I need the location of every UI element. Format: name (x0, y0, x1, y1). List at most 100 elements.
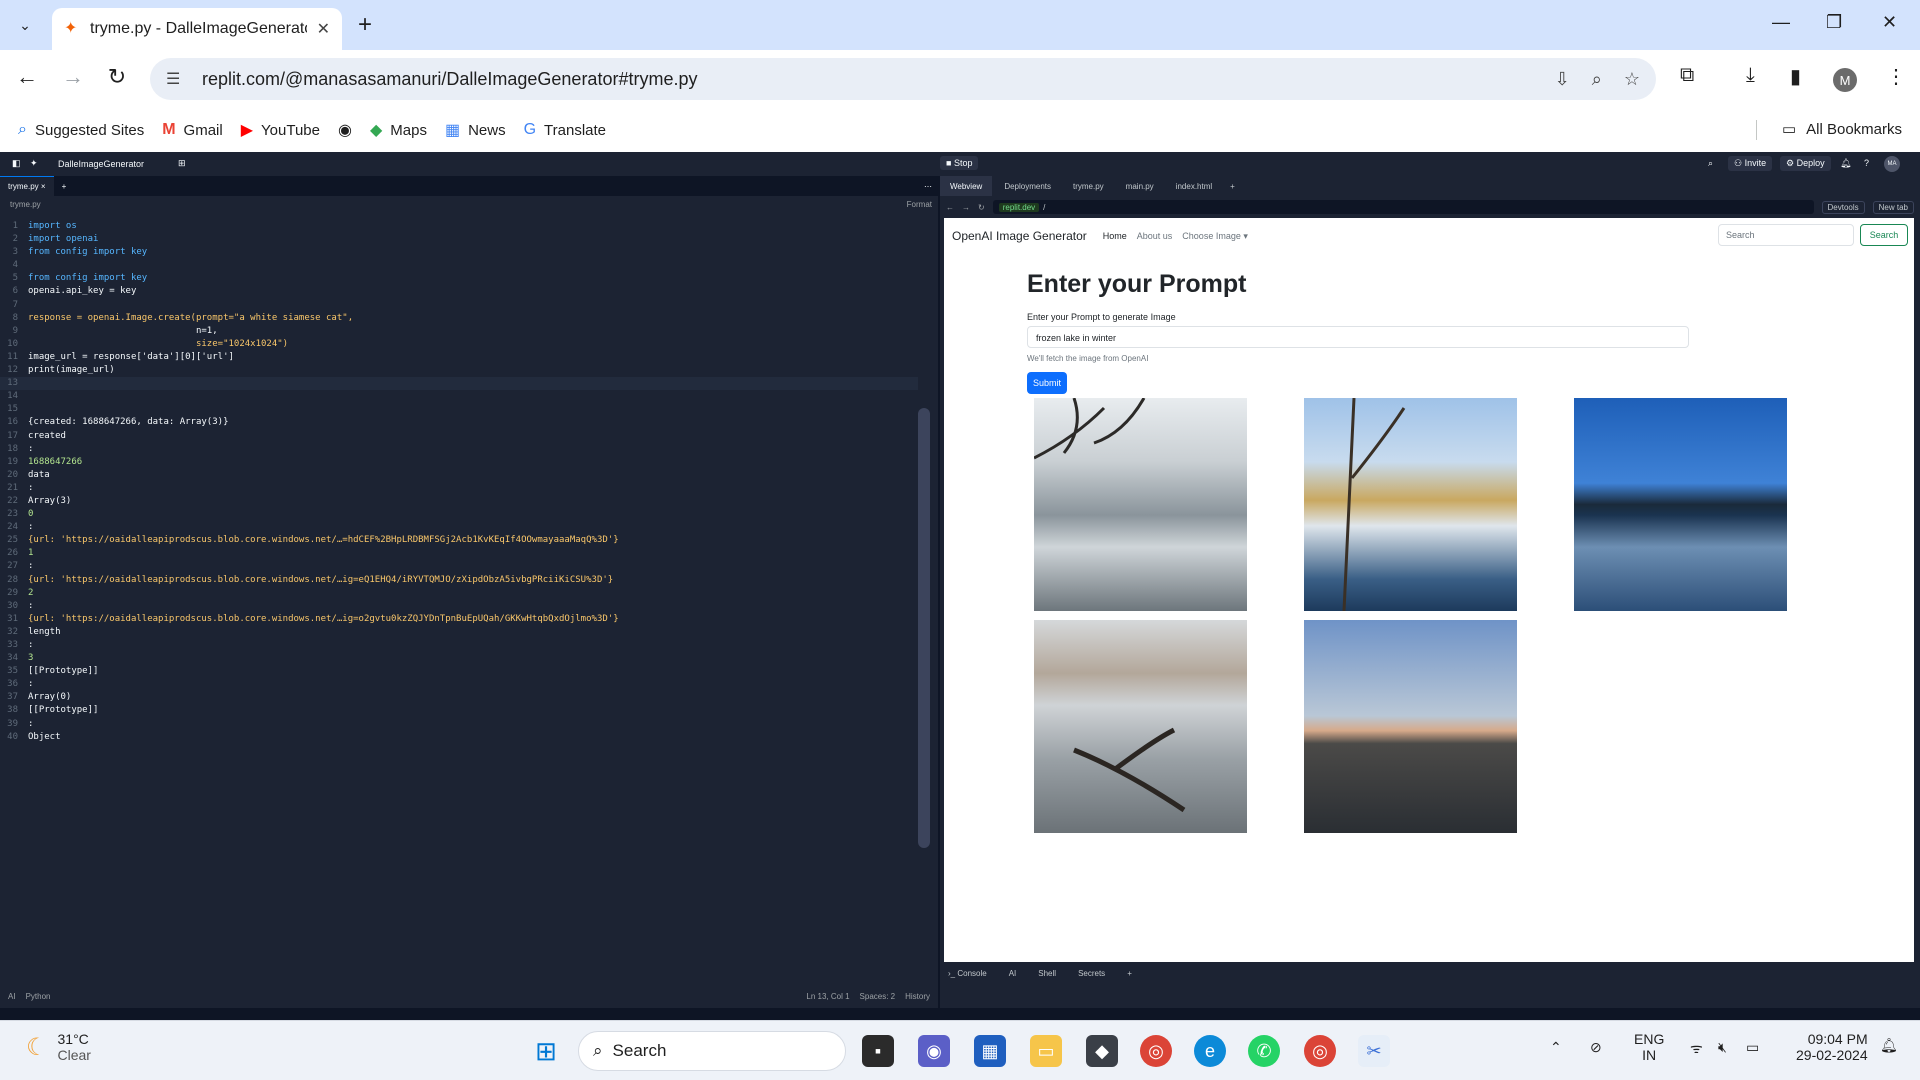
code-line[interactable]: 4 (0, 259, 918, 272)
devtools-button[interactable]: Devtools (1821, 200, 1865, 214)
language-status[interactable]: Python (26, 992, 51, 1001)
code-line[interactable]: 13 (0, 377, 918, 391)
nav-about[interactable]: About us (1137, 231, 1173, 241)
restore-icon[interactable]: ❐ (1826, 12, 1842, 33)
tab-search-button[interactable]: ⌄ (10, 10, 40, 40)
code-line[interactable]: 30: (0, 600, 918, 613)
bookmark-translate[interactable]: G Translate (524, 121, 606, 139)
bookmark-globe[interactable]: ◉ (338, 120, 352, 140)
code-line[interactable]: 5 from config import key (0, 272, 918, 285)
history-button[interactable]: History (905, 992, 930, 1001)
language-indicator[interactable]: ENG IN (1634, 1031, 1664, 1063)
minimize-icon[interactable]: — (1772, 12, 1790, 33)
network-status-icon[interactable]: ⊘ (1590, 1039, 1602, 1056)
code-line[interactable]: 6 openai.api_key = key (0, 285, 918, 298)
bookmark-star-icon[interactable]: ☆ (1624, 69, 1640, 90)
code-line[interactable]: 25 {url: 'https://oaidalleapiprodscus.blo… (0, 534, 918, 547)
nav-choose-image[interactable]: Choose Image ▾ (1182, 231, 1248, 242)
back-icon[interactable]: ← (12, 64, 42, 90)
chrome-profile-icon[interactable]: ◎ (1304, 1035, 1336, 1067)
more-icon[interactable]: ⋯ (924, 182, 932, 191)
forward-icon[interactable]: → (962, 203, 970, 212)
tab-secrets[interactable]: Secrets (1078, 969, 1105, 978)
code-line[interactable]: 21: (0, 482, 918, 495)
code-line[interactable]: 33: (0, 639, 918, 652)
code-line[interactable]: 16 {created: 1688647266, data: Array(3)} (0, 416, 918, 429)
code-line[interactable]: 28 {url: 'https://oaidalleapiprodscus.blo… (0, 574, 918, 587)
code-line[interactable]: 10 size="1024x1024") (0, 338, 918, 351)
all-bookmarks[interactable]: ▭ All Bookmarks (1782, 120, 1902, 139)
tab-deployments[interactable]: Deployments (994, 176, 1061, 196)
nav-home[interactable]: Home (1103, 231, 1127, 241)
generated-image-2[interactable] (1304, 397, 1517, 612)
install-app-icon[interactable]: ⇩ (1555, 69, 1570, 90)
notifications-icon[interactable]: 🔔︎ (1840, 158, 1851, 169)
file-explorer-icon[interactable]: ▭ (1030, 1035, 1062, 1067)
repl-info-icon[interactable]: ⊞ (178, 158, 186, 169)
forward-icon[interactable]: → (58, 64, 88, 90)
clock[interactable]: 09:04 PM 29-02-2024 (1796, 1031, 1868, 1063)
new-tab-button[interactable]: + (352, 11, 378, 38)
bookmark-youtube[interactable]: ▶ YouTube (241, 120, 320, 140)
menu-icon[interactable]: ⋮ (1886, 64, 1906, 89)
reload-icon[interactable]: ↻ (102, 64, 132, 90)
code-line[interactable]: 39: (0, 718, 918, 731)
add-tab-icon[interactable]: + (1127, 969, 1132, 978)
deploy-button[interactable]: ⚙ Deploy (1780, 156, 1831, 171)
code-line[interactable]: 24: (0, 521, 918, 534)
store-icon[interactable]: ▦ (974, 1035, 1006, 1067)
add-tab-icon[interactable]: + (62, 182, 67, 191)
back-icon[interactable]: ← (946, 203, 954, 212)
tab-webview[interactable]: Webview (940, 176, 993, 196)
code-line[interactable]: 29 2 (0, 587, 918, 600)
code-line[interactable]: 11 image_url = response['data'][0]['url'] (0, 351, 918, 364)
bookmark-maps[interactable]: ◆ Maps (370, 120, 427, 140)
code-line[interactable]: 31 {url: 'https://oaidalleapiprodscus.blo… (0, 613, 918, 626)
code-line[interactable]: 2 import openai (0, 233, 918, 246)
generated-image-3[interactable] (1574, 398, 1787, 611)
code-line[interactable]: 35 [[Prototype]] (0, 665, 918, 678)
help-icon[interactable]: ? (1864, 158, 1869, 168)
downloads-icon[interactable]: ⤓ (1746, 64, 1755, 87)
editor-scrollbar[interactable] (918, 408, 930, 848)
close-tab-icon[interactable]: ✕ (317, 19, 330, 39)
stop-button[interactable]: ■ Stop (940, 156, 979, 170)
code-line[interactable]: 26 1 (0, 547, 918, 560)
show-hidden-icons[interactable]: ⌃ (1550, 1039, 1562, 1056)
generated-image-5[interactable] (1304, 620, 1517, 833)
invite-button[interactable]: ⚇ Invite (1728, 156, 1773, 171)
bookmark-gmail[interactable]: M Gmail (162, 121, 223, 139)
tab-ai[interactable]: AI (1009, 969, 1017, 978)
code-line[interactable]: 7 (0, 299, 918, 312)
code-line[interactable]: 22 Array(3) (0, 495, 918, 508)
generated-image-1[interactable] (1033, 397, 1247, 611)
address-bar[interactable]: ☰ replit.com/@manasasamanuri/DalleImageG… (150, 58, 1656, 100)
app-search-button[interactable]: Search (1860, 224, 1908, 246)
prompt-input[interactable]: frozen lake in winter (1027, 326, 1689, 348)
code-line[interactable]: 40 Object (0, 731, 918, 744)
bookmark-news[interactable]: ▦ News (445, 120, 506, 140)
tab-tryme[interactable]: tryme.py (1063, 176, 1114, 196)
zoom-icon[interactable]: ⌕ (1592, 69, 1602, 90)
code-line[interactable]: 12 print(image_url) (0, 364, 918, 377)
submit-button[interactable]: Submit (1027, 372, 1067, 394)
code-line[interactable]: 15 (0, 403, 918, 416)
search-icon[interactable]: ⌕ (1708, 158, 1713, 169)
code-line[interactable]: 9 n=1, (0, 325, 918, 338)
meet-icon[interactable]: ◉ (918, 1035, 950, 1067)
code-line[interactable]: 1 import os (0, 220, 918, 233)
app-icon[interactable]: ◆ (1086, 1035, 1118, 1067)
tab-console[interactable]: ›_ Console (948, 969, 987, 978)
cursor-position[interactable]: Ln 13, Col 1 (806, 992, 849, 1001)
extensions-icon[interactable]: ⧉ (1680, 64, 1694, 87)
weather-widget[interactable]: ☾ 31°C Clear (26, 1031, 91, 1063)
code-line[interactable]: 20 data (0, 469, 918, 482)
close-icon[interactable]: × (41, 182, 46, 191)
editor-tab-tryme[interactable]: tryme.py × (0, 176, 54, 196)
replit-logo-icon[interactable]: ✦ (30, 158, 38, 169)
tab-index-html[interactable]: index.html (1166, 176, 1222, 196)
bookmark-suggested-sites[interactable]: ⌕ Suggested Sites (18, 121, 144, 139)
tab-main[interactable]: main.py (1116, 176, 1164, 196)
repl-name[interactable]: DalleImageGenerator (58, 159, 144, 169)
code-line[interactable]: 36: (0, 678, 918, 691)
